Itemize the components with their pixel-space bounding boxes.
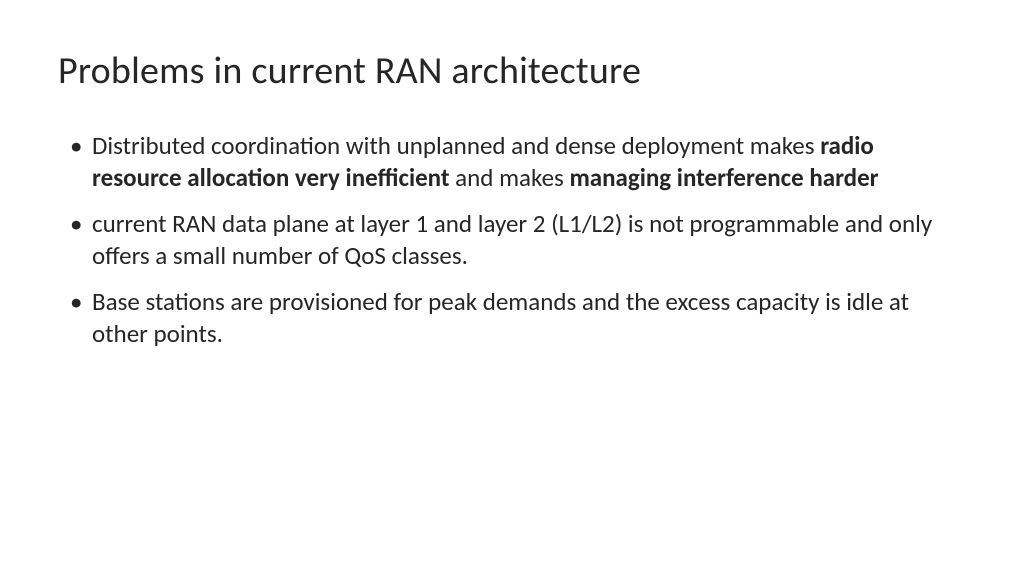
- text-run: managing interference harder: [569, 162, 878, 193]
- bullet-list: Distributed coordination with unplanned …: [58, 130, 966, 350]
- text-run: Base stations are provisioned for peak d…: [92, 286, 909, 349]
- text-run: and makes: [455, 162, 569, 193]
- bullet-item: Base stations are provisioned for peak d…: [70, 286, 966, 350]
- slide-title: Problems in current RAN architecture: [58, 48, 966, 94]
- text-run: Distributed coordination with unplanned …: [92, 130, 820, 161]
- text-run: current RAN data plane at layer 1 and la…: [92, 208, 932, 271]
- bullet-item: current RAN data plane at layer 1 and la…: [70, 208, 966, 272]
- bullet-item: Distributed coordination with unplanned …: [70, 130, 966, 194]
